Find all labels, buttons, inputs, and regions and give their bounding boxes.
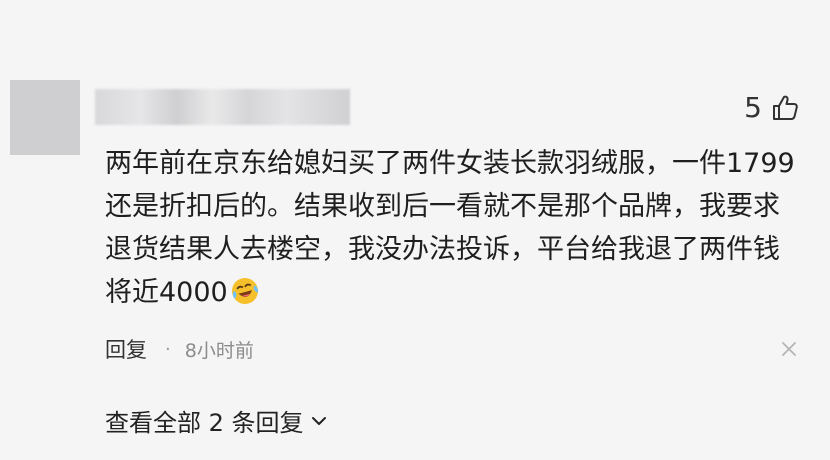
view-all-replies-button[interactable]: 查看全部 2 条回复 <box>105 403 328 438</box>
close-icon[interactable] <box>778 338 800 360</box>
avatar[interactable] <box>10 80 80 155</box>
like-count: 5 <box>744 91 762 124</box>
like-button[interactable]: 5 <box>744 88 800 128</box>
reply-button[interactable]: 回复 <box>105 334 147 364</box>
comment-meta: 回复 · 8小时前 <box>105 333 800 365</box>
thumbs-up-icon[interactable] <box>770 93 800 123</box>
meta-separator: · <box>165 338 171 360</box>
comment-text: 两年前在京东给媳妇买了两件女装长款羽绒服，一件1799还是折扣后的。结果收到后一… <box>105 142 805 314</box>
laughing-crying-emoji-icon <box>231 278 258 304</box>
comment-body: 两年前在京东给媳妇买了两件女装长款羽绒服，一件1799还是折扣后的。结果收到后一… <box>105 148 795 308</box>
timestamp: 8小时前 <box>184 339 254 362</box>
username-blurred[interactable] <box>95 89 350 125</box>
chevron-down-icon <box>311 416 326 425</box>
view-replies-label: 查看全部 2 条回复 <box>105 409 304 437</box>
